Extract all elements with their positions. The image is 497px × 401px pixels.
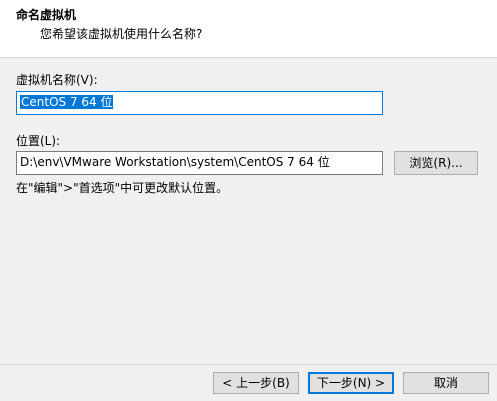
wizard-subtitle: 您希望该虚拟机使用什么名称?: [40, 27, 203, 41]
browse-button[interactable]: 浏览(R)...: [394, 151, 478, 175]
location-label: 位置(L):: [16, 134, 61, 148]
vm-name-input[interactable]: CentOS 7 64 位: [16, 91, 383, 115]
wizard-title: 命名虚拟机: [16, 8, 77, 22]
vm-name-value: CentOS 7 64 位: [20, 95, 114, 109]
default-location-hint: 在"编辑">"首选项"中可更改默认位置。: [16, 181, 229, 195]
back-button[interactable]: < 上一步(B): [213, 372, 299, 394]
location-input[interactable]: D:\env\VMware Workstation\system\CentOS …: [16, 151, 383, 175]
cancel-button[interactable]: 取消: [403, 372, 489, 394]
next-button[interactable]: 下一步(N) >: [308, 372, 394, 394]
footer-divider: [0, 364, 497, 365]
wizard-header: 命名虚拟机 您希望该虚拟机使用什么名称?: [0, 0, 497, 58]
vm-name-label: 虚拟机名称(V):: [16, 73, 98, 87]
